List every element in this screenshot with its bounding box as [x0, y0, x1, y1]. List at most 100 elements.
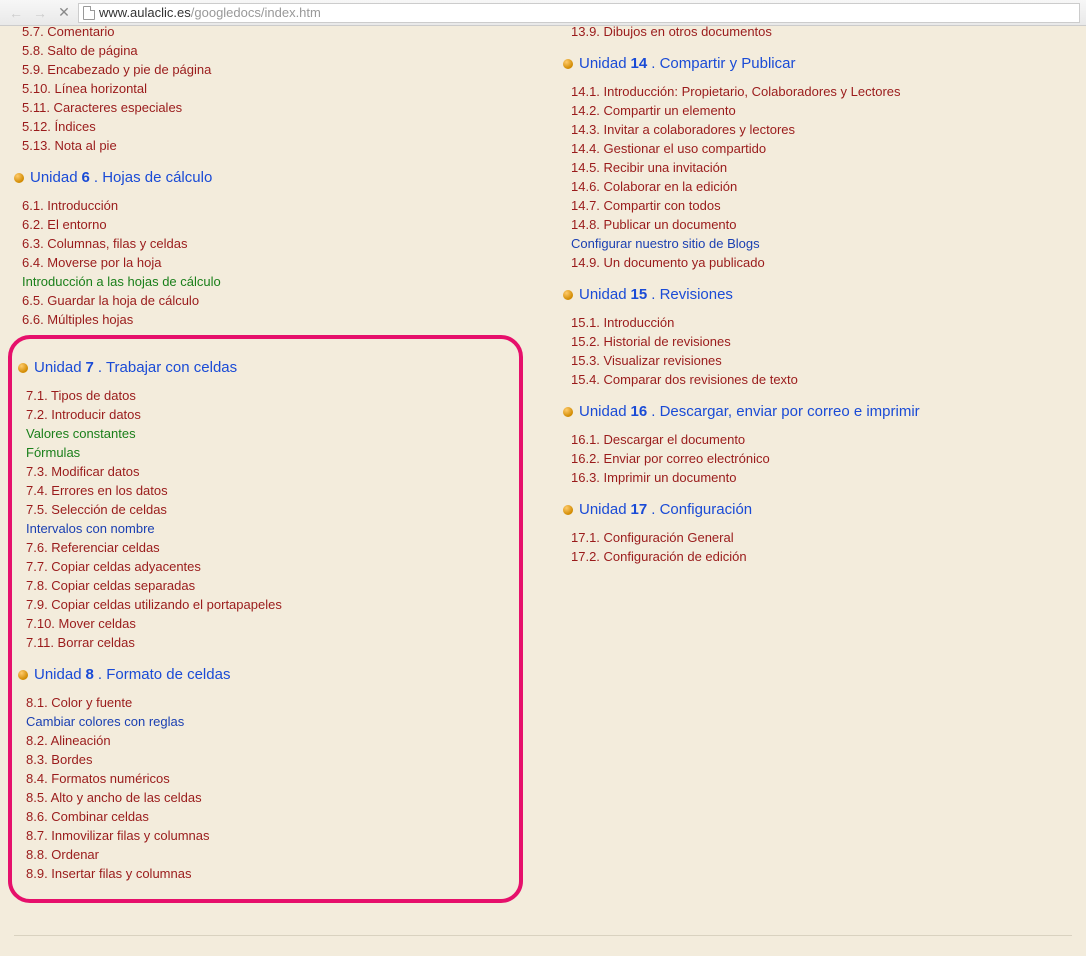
bullet-icon — [563, 407, 573, 417]
toc-link[interactable]: Configurar nuestro sitio de Blogs — [571, 234, 1072, 253]
toc-link[interactable]: 14.5. Recibir una invitación — [571, 158, 1072, 177]
toc-link[interactable]: 13.9. Dibujos en otros documentos — [571, 22, 1072, 41]
unit-title: . Configuración — [651, 501, 752, 518]
unit-prefix: Unidad — [579, 403, 627, 420]
unit-number: 16 — [631, 403, 648, 420]
unit-title: . Trabajar con celdas — [98, 359, 237, 376]
toc-link[interactable]: 7.6. Referenciar celdas — [26, 538, 513, 557]
toc-link[interactable]: 14.9. Un documento ya publicado — [571, 253, 1072, 272]
unit-17-header[interactable]: Unidad 17 . Configuración — [563, 501, 1072, 518]
toc-link[interactable]: 15.3. Visualizar revisiones — [571, 351, 1072, 370]
toc-link[interactable]: 6.2. El entorno — [22, 215, 523, 234]
toc-link[interactable]: 14.3. Invitar a colaboradores y lectores — [571, 120, 1072, 139]
bullet-icon — [18, 670, 28, 680]
toc-link[interactable]: 15.1. Introducción — [571, 313, 1072, 332]
unit-5-tail: 5.7. Comentario5.8. Salto de página5.9. … — [14, 22, 523, 155]
toc-link[interactable]: 7.11. Borrar celdas — [26, 633, 513, 652]
toc-link[interactable]: 8.6. Combinar celdas — [26, 807, 513, 826]
toc-link[interactable]: 8.9. Insertar filas y columnas — [26, 864, 513, 883]
bullet-icon — [563, 290, 573, 300]
toc-link[interactable]: 5.8. Salto de página — [22, 41, 523, 60]
stop-button[interactable]: ✕ — [54, 3, 74, 23]
toc-link[interactable]: 15.4. Comparar dos revisiones de texto — [571, 370, 1072, 389]
toc-link[interactable]: 6.5. Guardar la hoja de cálculo — [22, 291, 523, 310]
toc-link[interactable]: 7.3. Modificar datos — [26, 462, 513, 481]
toc-link[interactable]: Fórmulas — [26, 443, 513, 462]
unit-14-items: 14.1. Introducción: Propietario, Colabor… — [563, 82, 1072, 272]
page-icon — [83, 6, 95, 20]
unit-prefix: Unidad — [30, 169, 78, 186]
unit-prefix: Unidad — [579, 501, 627, 518]
toc-link[interactable]: 14.2. Compartir un elemento — [571, 101, 1072, 120]
toc-link[interactable]: 8.7. Inmovilizar filas y columnas — [26, 826, 513, 845]
toc-link[interactable]: 6.3. Columnas, filas y celdas — [22, 234, 523, 253]
bullet-icon — [14, 173, 24, 183]
toc-link[interactable]: 8.2. Alineación — [26, 731, 513, 750]
unit-title: . Compartir y Publicar — [651, 55, 795, 72]
toc-link[interactable]: 5.12. Índices — [22, 117, 523, 136]
toc-link[interactable]: 8.3. Bordes — [26, 750, 513, 769]
bullet-icon — [563, 505, 573, 515]
unit-13-tail: 13.9. Dibujos en otros documentos — [563, 22, 1072, 41]
toc-link[interactable]: 5.13. Nota al pie — [22, 136, 523, 155]
toc-link[interactable]: 6.4. Moverse por la hoja — [22, 253, 523, 272]
unit-14-header[interactable]: Unidad 14 . Compartir y Publicar — [563, 55, 1072, 72]
unit-7-items: 7.1. Tipos de datos7.2. Introducir datos… — [18, 386, 513, 652]
toc-link[interactable]: Intervalos con nombre — [26, 519, 513, 538]
toc-link[interactable]: 5.7. Comentario — [22, 22, 523, 41]
unit-7-header[interactable]: Unidad 7 . Trabajar con celdas — [18, 359, 513, 376]
page-body: 5.7. Comentario5.8. Salto de página5.9. … — [0, 26, 1086, 956]
toc-link[interactable]: 5.10. Línea horizontal — [22, 79, 523, 98]
unit-15-header[interactable]: Unidad 15 . Revisiones — [563, 286, 1072, 303]
toc-link[interactable]: 7.7. Copiar celdas adyacentes — [26, 557, 513, 576]
unit-prefix: Unidad — [579, 55, 627, 72]
toc-link[interactable]: 14.7. Compartir con todos — [571, 196, 1072, 215]
toc-link[interactable]: 7.9. Copiar celdas utilizando el portapa… — [26, 595, 513, 614]
unit-prefix: Unidad — [579, 286, 627, 303]
unit-8-items: 8.1. Color y fuenteCambiar colores con r… — [18, 693, 513, 883]
toc-link[interactable]: Cambiar colores con reglas — [26, 712, 513, 731]
url-text: www.aulaclic.es/googledocs/index.htm — [99, 5, 321, 20]
toc-link[interactable]: 8.5. Alto y ancho de las celdas — [26, 788, 513, 807]
unit-number: 14 — [631, 55, 648, 72]
back-button[interactable]: ← — [6, 3, 26, 23]
url-bar[interactable]: www.aulaclic.es/googledocs/index.htm — [78, 3, 1080, 23]
unit-8-header[interactable]: Unidad 8 . Formato de celdas — [18, 666, 513, 683]
toc-link[interactable]: 17.2. Configuración de edición — [571, 547, 1072, 566]
unit-6-header[interactable]: Unidad 6 . Hojas de cálculo — [14, 169, 523, 186]
toc-link[interactable]: 7.1. Tipos de datos — [26, 386, 513, 405]
toc-link[interactable]: 6.1. Introducción — [22, 196, 523, 215]
unit-17-items: 17.1. Configuración General17.2. Configu… — [563, 528, 1072, 566]
toc-link[interactable]: 14.4. Gestionar el uso compartido — [571, 139, 1072, 158]
toc-link[interactable]: 14.8. Publicar un documento — [571, 215, 1072, 234]
toc-link[interactable]: 14.6. Colaborar en la edición — [571, 177, 1072, 196]
unit-title: . Revisiones — [651, 286, 733, 303]
unit-16-items: 16.1. Descargar el documento16.2. Enviar… — [563, 430, 1072, 487]
unit-number: 15 — [631, 286, 648, 303]
unit-prefix: Unidad — [34, 359, 82, 376]
toc-link[interactable]: 8.4. Formatos numéricos — [26, 769, 513, 788]
toc-link[interactable]: 14.1. Introducción: Propietario, Colabor… — [571, 82, 1072, 101]
toc-link[interactable]: 7.5. Selección de celdas — [26, 500, 513, 519]
toc-link[interactable]: 16.3. Imprimir un documento — [571, 468, 1072, 487]
toc-link[interactable]: 16.1. Descargar el documento — [571, 430, 1072, 449]
unit-16-header[interactable]: Unidad 16 . Descargar, enviar por correo… — [563, 403, 1072, 420]
toc-link[interactable]: 7.2. Introducir datos — [26, 405, 513, 424]
toc-link[interactable]: 7.4. Errores en los datos — [26, 481, 513, 500]
toc-link[interactable]: 8.1. Color y fuente — [26, 693, 513, 712]
toc-link[interactable]: 16.2. Enviar por correo electrónico — [571, 449, 1072, 468]
toc-link[interactable]: 5.9. Encabezado y pie de página — [22, 60, 523, 79]
toc-link[interactable]: 15.2. Historial de revisiones — [571, 332, 1072, 351]
unit-number: 6 — [82, 169, 90, 186]
toc-link[interactable]: 6.6. Múltiples hojas — [22, 310, 523, 329]
unit-number: 7 — [86, 359, 94, 376]
toc-link[interactable]: Introducción a las hojas de cálculo — [22, 272, 523, 291]
toc-link[interactable]: 8.8. Ordenar — [26, 845, 513, 864]
toc-link[interactable]: Valores constantes — [26, 424, 513, 443]
toc-link[interactable]: 5.11. Caracteres especiales — [22, 98, 523, 117]
forward-button[interactable]: → — [30, 3, 50, 23]
toc-link[interactable]: 7.8. Copiar celdas separadas — [26, 576, 513, 595]
toc-link[interactable]: 7.10. Mover celdas — [26, 614, 513, 633]
toc-link[interactable]: 17.1. Configuración General — [571, 528, 1072, 547]
footer-separator — [14, 935, 1072, 936]
